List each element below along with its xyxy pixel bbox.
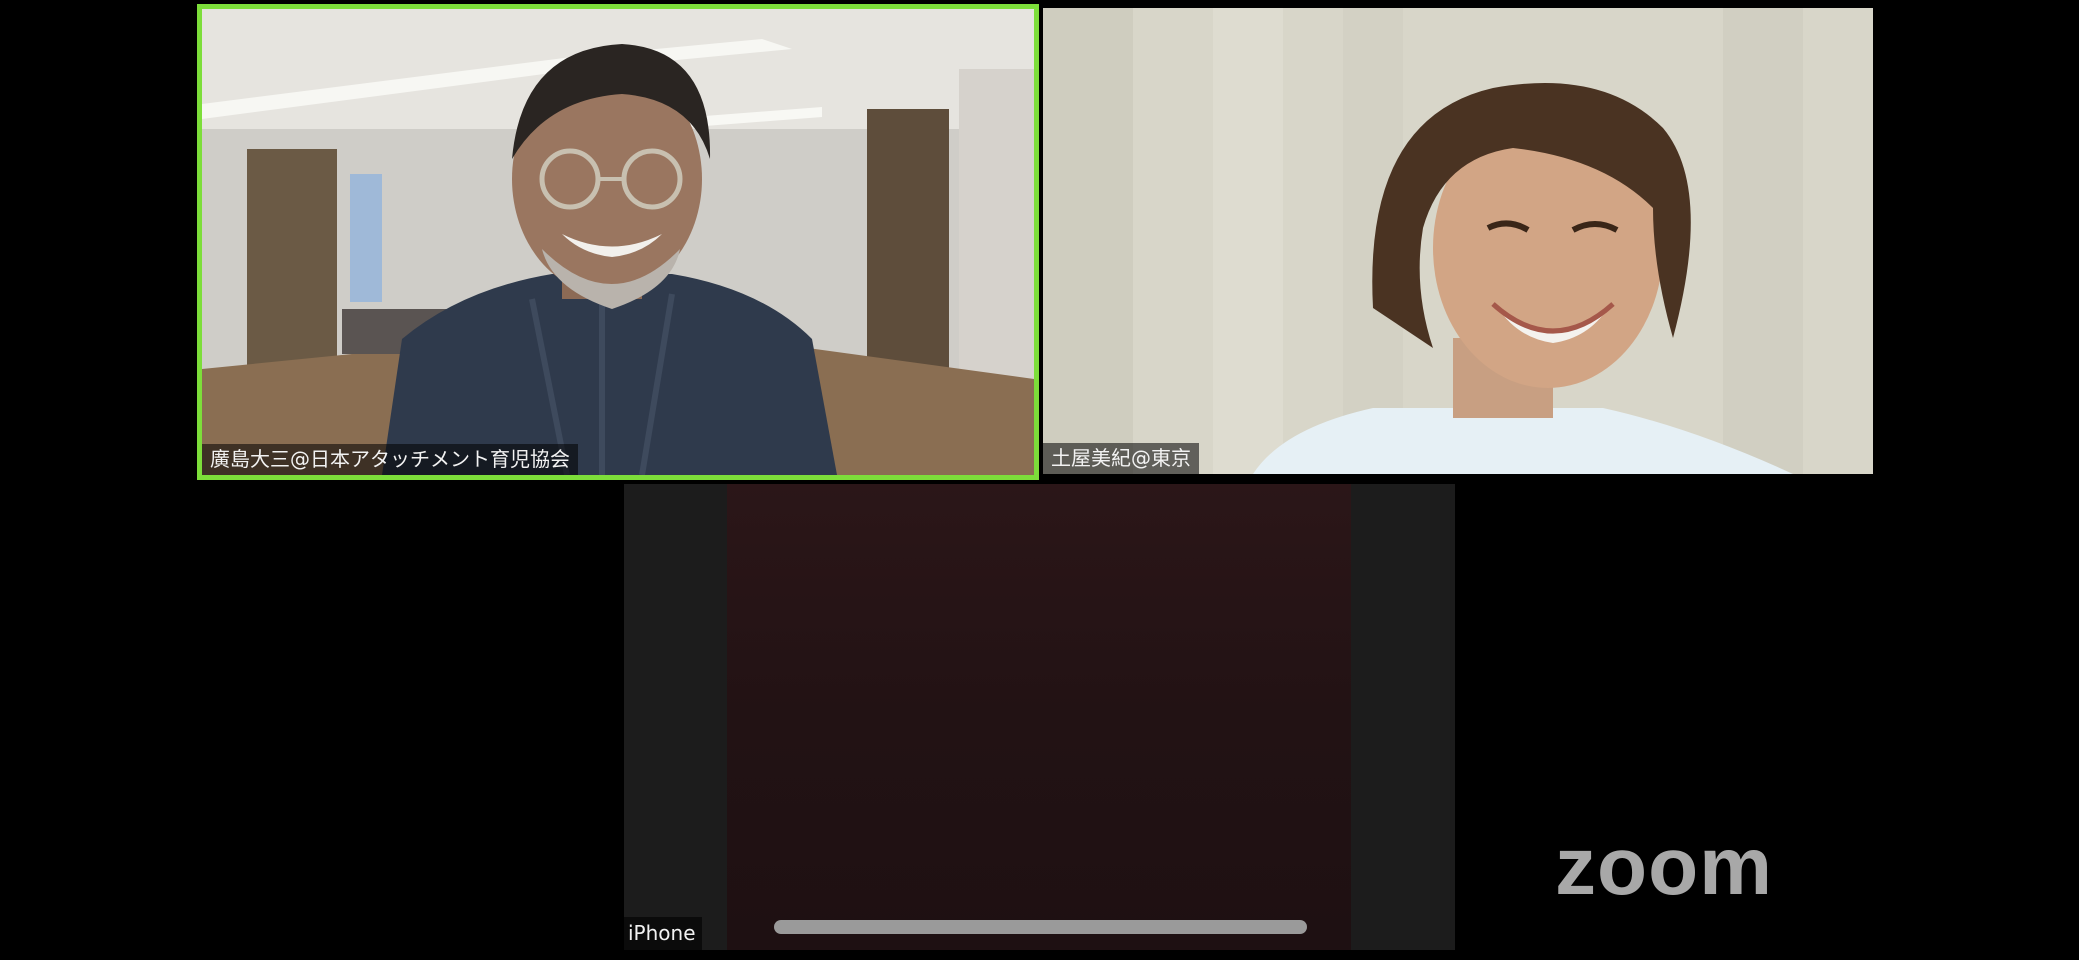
- participant-video-tile[interactable]: iPhone: [624, 484, 1455, 950]
- participant-name-label: iPhone: [624, 917, 702, 950]
- participant-video-tile-active-speaker[interactable]: 廣島大三@日本アタッチメント育児協会: [197, 4, 1039, 480]
- participant-video-feed: [727, 484, 1351, 950]
- participant-video-feed: [202, 9, 1034, 475]
- home-indicator[interactable]: [774, 920, 1307, 934]
- participant-video-feed: [1043, 8, 1873, 474]
- zoom-logo: zoom: [1555, 821, 1774, 912]
- participant-name-label: 土屋美紀@東京: [1043, 443, 1199, 474]
- participant-video-tile[interactable]: 土屋美紀@東京: [1043, 8, 1873, 474]
- participant-name-label: 廣島大三@日本アタッチメント育児協会: [202, 444, 578, 475]
